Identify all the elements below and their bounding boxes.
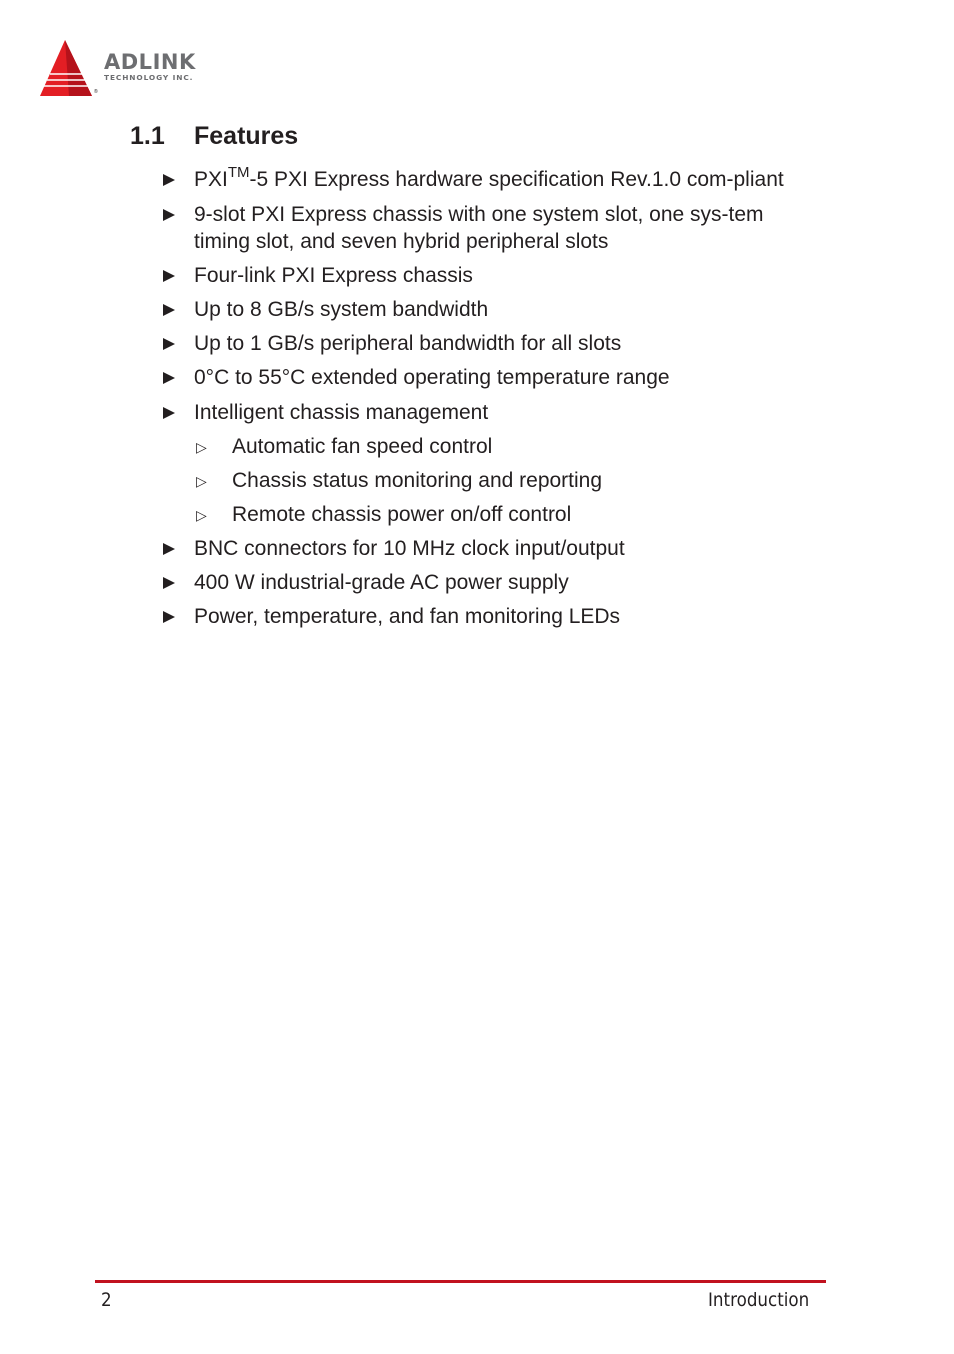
- footer-rule: [95, 1280, 826, 1283]
- triangle-bullet-icon: [163, 174, 175, 186]
- feature-subitem: ▷ Automatic fan speed control: [160, 433, 800, 460]
- features-list: PXITM-5 PXI Express hardware specificati…: [160, 164, 800, 630]
- feature-text: BNC connectors for 10 MHz clock input/ou…: [194, 537, 625, 560]
- trademark-superscript: TM: [227, 164, 250, 181]
- triangle-bullet-icon: [163, 543, 175, 555]
- subitem-text: Automatic fan speed control: [232, 435, 493, 458]
- triangle-bullet-icon: [163, 209, 175, 221]
- feature-item: PXITM-5 PXI Express hardware specificati…: [160, 164, 800, 193]
- feature-item: Power, temperature, and fan monitoring L…: [160, 603, 800, 630]
- subitem-text: Remote chassis power on/off control: [232, 503, 572, 526]
- triangle-bullet-icon: [163, 270, 175, 282]
- subitem-text: Chassis status monitoring and reporting: [232, 469, 603, 492]
- page-number: 2: [101, 1289, 112, 1311]
- feature-text: 0°C to 55°C extended operating temperatu…: [194, 366, 670, 389]
- feature-item: Intelligent chassis management: [160, 399, 800, 426]
- feature-text: Power, temperature, and fan monitoring L…: [194, 605, 621, 628]
- feature-text: 400 W industrial-grade AC power supply: [194, 571, 569, 594]
- feature-text: 9-slot PXI Express chassis with one syst…: [194, 203, 764, 253]
- feature-subitem: ▷ Chassis status monitoring and reportin…: [160, 467, 800, 494]
- feature-item: BNC connectors for 10 MHz clock input/ou…: [160, 535, 800, 562]
- triangle-bullet-icon: [163, 577, 175, 589]
- feature-text: Up to 8 GB/s system bandwidth: [194, 298, 489, 321]
- feature-text: Up to 1 GB/s peripheral bandwidth for al…: [194, 332, 622, 355]
- section-heading: 1.1 Features: [130, 122, 298, 151]
- triangle-bullet-icon: [163, 304, 175, 316]
- registered-mark: ®: [94, 89, 98, 95]
- section-number: 1.1: [130, 122, 165, 150]
- feature-text: Intelligent chassis management: [194, 401, 489, 424]
- hollow-triangle-bullet-icon: ▷: [196, 474, 207, 490]
- feature-item: Up to 8 GB/s system bandwidth: [160, 296, 800, 323]
- triangle-logo-icon: [40, 40, 92, 96]
- triangle-bullet-icon: [163, 611, 175, 623]
- hollow-triangle-bullet-icon: ▷: [196, 440, 207, 456]
- logo-tagline: TECHNOLOGY INC.: [104, 73, 194, 82]
- feature-subitem: ▷ Remote chassis power on/off control: [160, 501, 800, 528]
- feature-item: 0°C to 55°C extended operating temperatu…: [160, 364, 800, 391]
- triangle-bullet-icon: [163, 338, 175, 350]
- feature-text-prefix: PXI: [194, 168, 228, 191]
- feature-item: Up to 1 GB/s peripheral bandwidth for al…: [160, 330, 800, 357]
- section-title: Features: [194, 122, 299, 150]
- hollow-triangle-bullet-icon: ▷: [196, 508, 207, 524]
- triangle-bullet-icon: [163, 372, 175, 384]
- footer-section-name: Introduction: [708, 1289, 810, 1311]
- feature-item: 400 W industrial-grade AC power supply: [160, 569, 800, 596]
- triangle-bullet-icon: [163, 407, 175, 419]
- adlink-logo: ADLINK TECHNOLOGY INC. ®: [38, 38, 233, 100]
- logo-brand-text: ADLINK: [104, 50, 196, 74]
- feature-item: 9-slot PXI Express chassis with one syst…: [160, 201, 800, 255]
- feature-text: Four-link PXI Express chassis: [194, 264, 473, 287]
- feature-item: Four-link PXI Express chassis: [160, 262, 800, 289]
- feature-text: -5 PXI Express hardware specification Re…: [249, 168, 784, 191]
